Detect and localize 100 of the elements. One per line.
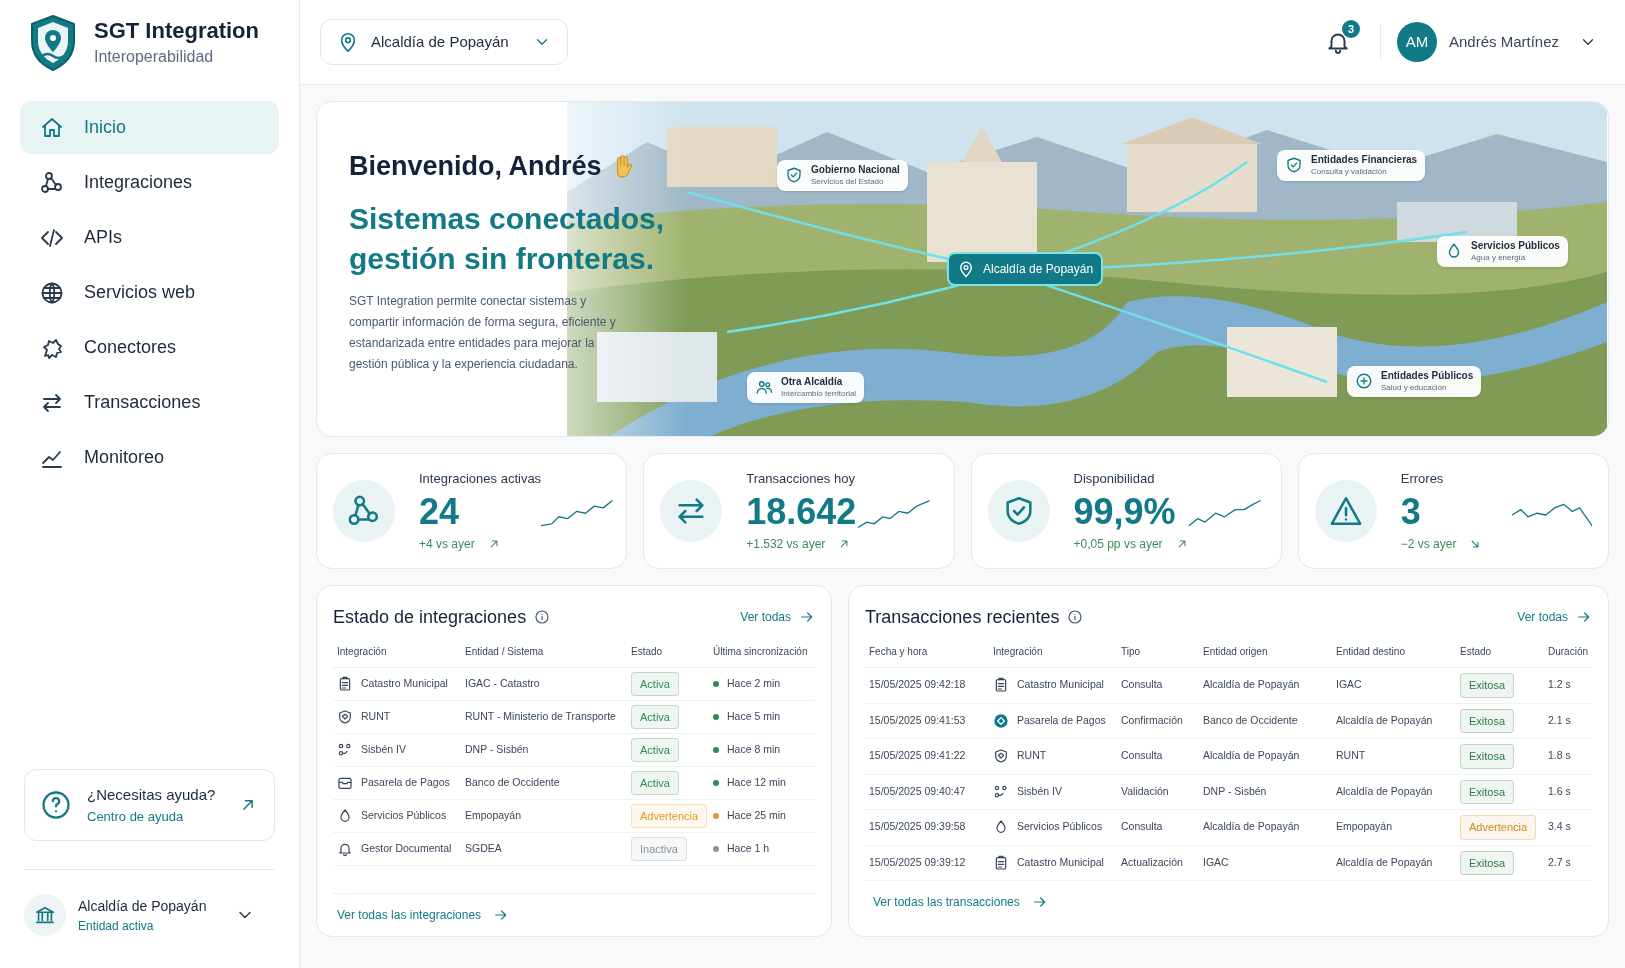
kpi-label: Transacciones hoy xyxy=(746,470,856,489)
table-cell-text: IGAC xyxy=(1203,854,1230,870)
hero-headline: Sistemas conectados, gestión sin fronteras. xyxy=(349,200,666,277)
table-cell-text: Catastro Municipal xyxy=(1017,854,1104,870)
table-cell: Catastro Municipal xyxy=(361,676,448,692)
column-header: Última sincronización xyxy=(713,644,809,659)
entity-dropdown[interactable]: Alcaldía de Popayán xyxy=(320,19,568,65)
status-badge: Exitosa xyxy=(1460,673,1515,698)
nav-item[interactable]: Conectores xyxy=(20,321,279,374)
map-center-label: Alcaldía de Popayán xyxy=(947,252,1104,286)
column-header: Duración xyxy=(1548,645,1589,659)
arrow-right-icon xyxy=(799,609,815,625)
help-card[interactable]: ¿Necesitas ayuda? Centro de ayuda xyxy=(24,769,275,841)
view-all-link[interactable]: Ver todas xyxy=(1517,608,1593,626)
table-cell-text: Banco de Occidente xyxy=(465,775,561,791)
status-badge: Exitosa xyxy=(1460,744,1515,769)
info-icon xyxy=(534,609,551,625)
table-cell-text: Empopayán xyxy=(465,808,523,824)
nav-item[interactable]: APIs xyxy=(20,211,279,264)
table-cell: Hace 5 min xyxy=(727,709,781,725)
nav-item[interactable]: Integraciones xyxy=(20,156,279,209)
footer-link[interactable]: Ver todas las integraciones xyxy=(337,906,815,924)
shield-logo-icon xyxy=(28,13,78,72)
table-cell: Hace 1 h xyxy=(727,841,770,857)
nodes-icon xyxy=(40,170,64,195)
map-label-title: Otra Alcaldía xyxy=(781,376,844,389)
clipboard-icon xyxy=(993,677,1009,694)
kpi-value: 3 xyxy=(1400,489,1422,534)
bank-icon xyxy=(34,904,56,926)
status-badge: Advertencia xyxy=(631,803,708,829)
entity-caption: Entidad activa xyxy=(78,917,155,935)
entity-name: Alcaldía de Popayán xyxy=(78,896,208,916)
table-cell-text: Consulta xyxy=(1121,748,1164,764)
bell-icon xyxy=(337,841,353,857)
table-cell-text: DNP - Sisbén xyxy=(1203,783,1268,799)
table-cell-text: Empopayán xyxy=(1336,819,1394,835)
table-cell: RUNT xyxy=(361,709,391,725)
table-cell-text: 15/05/2025 09:41:53 xyxy=(869,712,967,728)
kpi-label: Integraciones activas xyxy=(419,470,542,489)
user-avatar: AM xyxy=(1396,22,1437,62)
table-cell: Sisbén IV xyxy=(361,742,406,758)
water-drop-icon xyxy=(337,808,353,824)
status-badge: Advertencia xyxy=(1460,815,1537,840)
table-cell-text: Alcaldía de Popayán xyxy=(1336,854,1434,870)
kpi-delta: +0,05 pp vs ayer xyxy=(1073,535,1163,553)
kpi-delta: +1.532 vs ayer xyxy=(746,535,826,553)
table-cell-text: Catastro Municipal xyxy=(1017,677,1104,693)
status-badge: Exitosa xyxy=(1460,850,1515,875)
column-header: Entidad origen xyxy=(1203,645,1269,659)
table-cell: Hace 12 min xyxy=(727,775,786,791)
table-cell-text: 15/05/2025 09:39:12 xyxy=(869,854,967,870)
table-cell-text: Pasarela de Pagos xyxy=(1017,712,1106,728)
table-cell-text: Actualización xyxy=(1121,854,1184,870)
table-cell-text: SGDEA xyxy=(465,841,503,857)
shield-check-icon xyxy=(785,166,803,185)
medical-cross-icon xyxy=(1355,372,1373,391)
table-cell: Servicios Públicos xyxy=(361,808,447,824)
shield-check-icon xyxy=(1285,156,1303,175)
nav-item[interactable]: Inicio xyxy=(20,101,279,154)
table-cell-text: Alcaldía de Popayán xyxy=(1203,677,1301,693)
status-badge: Activa xyxy=(631,737,679,763)
status-badge: Activa xyxy=(631,770,679,796)
nav-item[interactable]: Servicios web xyxy=(20,266,279,319)
table-cell-text: Alcaldía de Popayán xyxy=(1336,712,1434,728)
table-cell-text: Alcaldía de Popayán xyxy=(1203,748,1301,764)
table-cell-text: Servicios Públicos xyxy=(1017,819,1103,835)
table-cell-text: IGAC - Catastro xyxy=(465,676,541,692)
entity-switcher[interactable]: Alcaldía de Popayán Entidad activa xyxy=(24,870,275,960)
help-title: ¿Necesitas ayuda? xyxy=(87,785,217,805)
user-menu[interactable]: AM Andrés Martínez xyxy=(1396,22,1597,62)
table-cell-text: 1.2 s xyxy=(1548,677,1572,693)
status-badge: Inactiva xyxy=(631,836,687,862)
column-header: Estado xyxy=(1460,645,1493,659)
nav-item[interactable]: Monitoreo xyxy=(20,431,279,484)
column-header: Integración xyxy=(337,645,388,659)
inbox-icon xyxy=(337,775,353,791)
table-cell-text: IGAC xyxy=(1336,677,1363,693)
footer-link[interactable]: Ver todas las transacciones xyxy=(873,893,1593,911)
table-cell-text: Alcaldía de Popayán xyxy=(1336,783,1434,799)
table-cell-text: Consulta xyxy=(1121,677,1164,693)
app-title: SGT Integration xyxy=(94,16,259,45)
welcome-title: Bienvenido, Andrés xyxy=(349,150,602,183)
view-all-link[interactable]: Ver todas xyxy=(740,608,815,626)
kpi-label: Errores xyxy=(1400,470,1445,489)
table-cell-text: 15/05/2025 09:42:18 xyxy=(869,677,967,693)
status-badge: Activa xyxy=(631,671,679,697)
globe-icon xyxy=(40,280,64,305)
warning-icon xyxy=(1328,494,1363,528)
table-cell: Pasarela de Pagos xyxy=(361,775,450,791)
table-cell-text: RUNT xyxy=(1017,748,1047,764)
map-label-subtitle: Intercambio territorial xyxy=(781,388,857,399)
table-cell-text: Banco de Occidente xyxy=(1203,712,1299,728)
table-cell-text: 2.7 s xyxy=(1548,854,1572,870)
help-link[interactable]: Centro de ayuda xyxy=(87,806,222,826)
help-icon xyxy=(41,790,71,820)
nodes-icon xyxy=(337,742,353,758)
table-cell-text: 2.1 s xyxy=(1548,712,1572,728)
nav-item[interactable]: Transacciones xyxy=(20,376,279,429)
clipboard-icon xyxy=(993,854,1009,871)
column-header: Entidad / Sistema xyxy=(465,645,545,659)
